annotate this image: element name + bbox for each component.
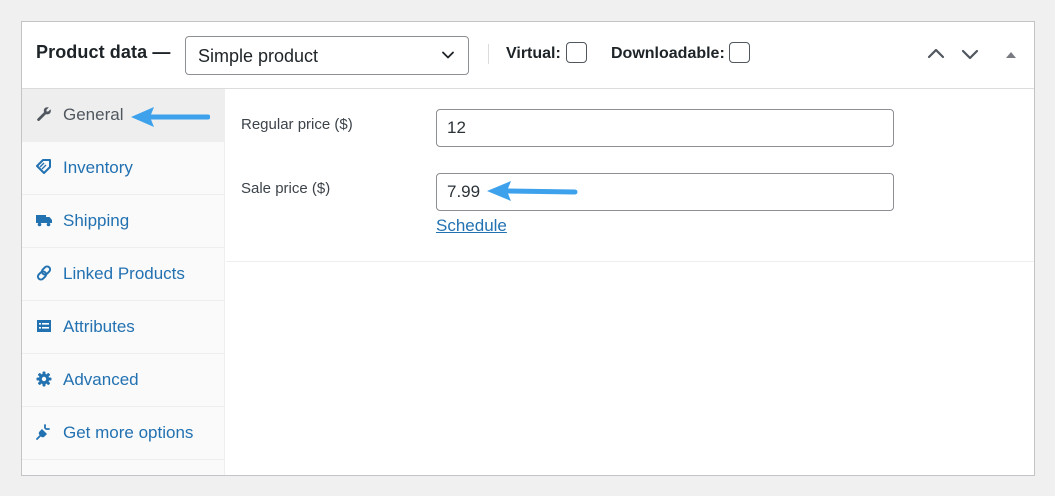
chevron-down-icon [442, 51, 454, 59]
regular-price-label: Regular price ($) [241, 116, 353, 133]
tab-inventory[interactable]: Inventory [22, 142, 225, 195]
tab-shipping[interactable]: Shipping [22, 195, 225, 248]
product-type-select[interactable]: Simple product [185, 36, 469, 75]
gear-icon [36, 371, 52, 387]
sale-price-label: Sale price ($) [241, 180, 331, 197]
tab-inventory-label: Inventory [63, 158, 133, 177]
plugin-icon [36, 424, 50, 440]
tag-icon [36, 159, 51, 174]
wrench-icon [37, 107, 51, 121]
panel-title: Product data — [36, 42, 171, 62]
tab-advanced[interactable]: Advanced [22, 354, 225, 407]
downloadable-checkbox[interactable] [729, 42, 750, 63]
chevron-up-icon[interactable] [926, 44, 946, 64]
virtual-label: Virtual: [506, 45, 561, 62]
list-icon [37, 320, 51, 332]
schedule-link[interactable]: Schedule [436, 216, 507, 236]
tab-attributes-label: Attributes [63, 317, 135, 336]
link-icon [36, 265, 52, 281]
general-options-panel: Regular price ($) Sale price ($) Schedul… [226, 89, 1034, 262]
tab-linked-products[interactable]: Linked Products [22, 248, 225, 301]
header-divider [488, 44, 489, 64]
tab-shipping-label: Shipping [63, 211, 130, 230]
product-data-header: Product data — Simple product Virtual: D… [22, 22, 1034, 89]
downloadable-label: Downloadable: [611, 45, 725, 62]
tab-general-label: General [63, 105, 124, 124]
tab-advanced-label: Advanced [63, 370, 139, 389]
virtual-checkbox[interactable] [566, 42, 587, 63]
tab-get-more-options[interactable]: Get more options [22, 407, 225, 460]
chevron-down-icon[interactable] [960, 44, 980, 64]
tab-linked-products-label: Linked Products [63, 264, 185, 283]
annotation-arrow-general [131, 107, 210, 127]
annotation-arrow-sale-price [487, 181, 578, 201]
collapse-toggle-icon[interactable] [1001, 44, 1021, 64]
truck-icon [36, 215, 52, 227]
regular-price-input[interactable] [436, 109, 894, 147]
tab-attributes[interactable]: Attributes [22, 301, 225, 354]
tab-get-more-options-label: Get more options [63, 423, 194, 442]
product-data-panel: Product data — Simple product Virtual: D… [21, 21, 1035, 476]
product-data-tabs: General Inventory Shipping Linked Produc… [22, 89, 225, 475]
product-type-value: Simple product [198, 46, 319, 66]
